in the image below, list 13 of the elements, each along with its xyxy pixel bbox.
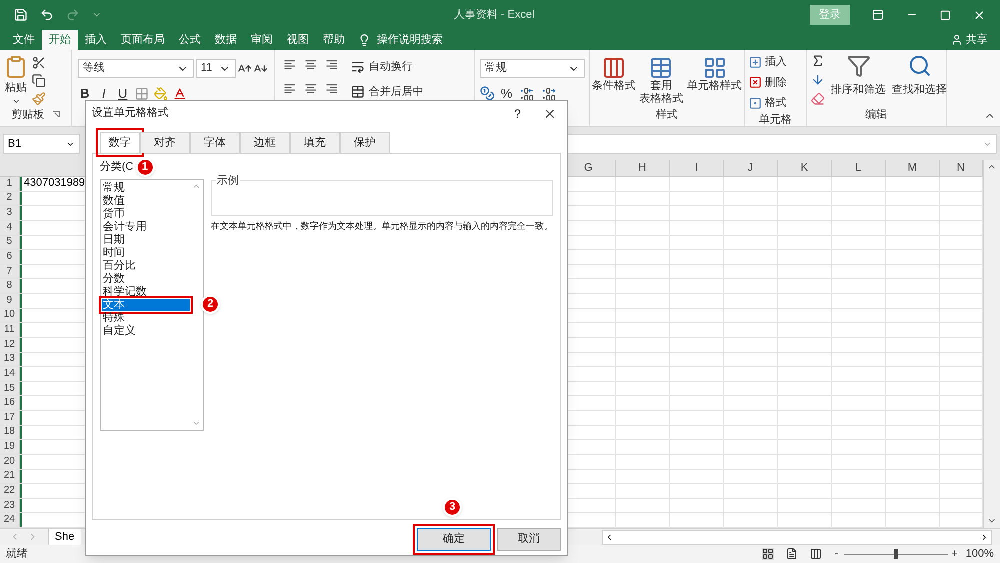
window-title: 人事资料 - Excel (454, 8, 536, 23)
step-badge: 2 (201, 295, 220, 314)
dialog-title: 设置单元格格式 (92, 106, 169, 122)
category-label: 分类(C (100, 160, 134, 176)
group-label: 单元格 (758, 112, 793, 128)
cell-value: 4307031989 (24, 178, 86, 190)
group-label: 剪贴板 (12, 108, 44, 122)
group-label: 编辑 (864, 108, 888, 122)
zoom-level: 100% (966, 546, 994, 562)
group-label: 样式 (655, 108, 679, 122)
format-description: 在文本单元格格式中，数字作为文本处理。单元格显示的内容与输入的内容完全一致。 (211, 220, 553, 233)
step-badge: 1 (136, 158, 155, 177)
status-text: 就绪 (6, 546, 29, 562)
